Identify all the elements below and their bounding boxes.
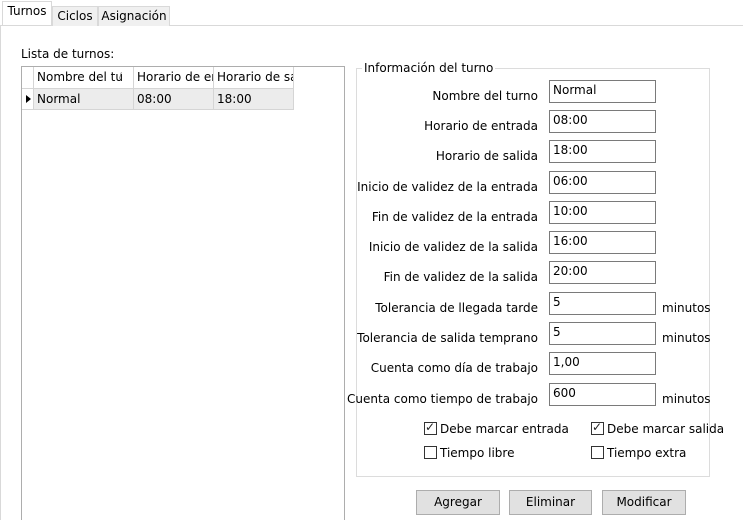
agregar-button[interactable]: Agregar xyxy=(416,490,500,515)
shift-list-grid[interactable]: Nombre del tu ∕ Horario de ent Horario d… xyxy=(21,66,345,520)
tiempo-trabajo-input[interactable]: 600 xyxy=(549,383,656,406)
field-label-horario-entrada: Horario de entrada xyxy=(424,119,538,133)
tab-asignacion[interactable]: Asignación xyxy=(98,6,170,26)
inicio-validez-entrada-input[interactable]: 06:00 xyxy=(549,171,656,194)
debe-marcar-salida-checkbox[interactable] xyxy=(591,420,604,435)
field-label-horario-salida: Horario de salida xyxy=(435,149,538,163)
tolerancia-llegada-input[interactable]: 5 xyxy=(549,292,656,315)
column-header-entrada[interactable]: Horario de ent xyxy=(134,67,214,89)
grid-corner-header xyxy=(22,67,34,89)
tab-turnos[interactable]: Turnos xyxy=(2,1,52,25)
field-label-tolerancia-llegada: Tolerancia de llegada tarde xyxy=(375,301,538,315)
sort-ascending-icon: ∕ xyxy=(119,71,122,80)
checkbox-label: Debe marcar entrada xyxy=(440,422,569,436)
tab-page-border xyxy=(0,25,1,520)
fin-validez-salida-input[interactable]: 20:00 xyxy=(549,261,656,284)
tiempo-libre-checkbox[interactable] xyxy=(424,446,437,459)
shift-list-label: Lista de turnos: xyxy=(21,47,115,61)
field-label-inicio-entrada: Inicio de validez de la entrada xyxy=(357,180,538,194)
table-cell[interactable]: 18:00 xyxy=(214,89,294,110)
nombre-turno-input[interactable]: Normal xyxy=(549,80,656,103)
field-label-tiempo-trabajo: Cuenta como tiempo de trabajo xyxy=(347,392,538,406)
unit-label: minutos xyxy=(662,301,711,315)
horario-entrada-input[interactable]: 08:00 xyxy=(549,110,656,133)
field-label-fin-entrada: Fin de validez de la entrada xyxy=(371,210,538,224)
row-header[interactable] xyxy=(22,89,34,110)
table-cell[interactable]: Normal xyxy=(34,89,134,110)
debe-marcar-entrada-checkbox[interactable] xyxy=(424,420,437,435)
unit-label: minutos xyxy=(662,331,711,345)
field-label-fin-salida: Fin de validez de la salida xyxy=(383,270,538,284)
inicio-validez-salida-input[interactable]: 16:00 xyxy=(549,231,656,254)
fin-validez-entrada-input[interactable]: 10:00 xyxy=(549,201,656,224)
tab-ciclos[interactable]: Ciclos xyxy=(52,6,98,26)
checkbox-label: Debe marcar salida xyxy=(607,422,725,436)
shift-info-title: Información del turno xyxy=(362,61,496,75)
field-label-nombre: Nombre del turno xyxy=(432,89,538,103)
dia-trabajo-input[interactable]: 1,00 xyxy=(549,352,656,375)
column-header-label: Nombre del tu xyxy=(37,70,123,84)
modificar-button[interactable]: Modificar xyxy=(602,490,686,515)
tolerancia-salida-input[interactable]: 5 xyxy=(549,322,656,345)
column-header-salida[interactable]: Horario de sal xyxy=(214,67,294,89)
table-cell[interactable]: 08:00 xyxy=(134,89,214,110)
tiempo-extra-checkbox[interactable] xyxy=(591,446,604,459)
horario-salida-input[interactable]: 18:00 xyxy=(549,140,656,163)
eliminar-button[interactable]: Eliminar xyxy=(509,490,592,515)
field-label-inicio-salida: Inicio de validez de la salida xyxy=(368,240,538,254)
field-label-tolerancia-salida: Tolerancia de salida temprano xyxy=(357,331,538,345)
checkbox-label: Tiempo libre xyxy=(440,446,515,460)
checkbox-label: Tiempo extra xyxy=(607,446,687,460)
row-pointer-icon xyxy=(26,95,31,103)
field-label-dia-trabajo: Cuenta como día de trabajo xyxy=(370,361,538,375)
unit-label: minutos xyxy=(662,392,711,406)
